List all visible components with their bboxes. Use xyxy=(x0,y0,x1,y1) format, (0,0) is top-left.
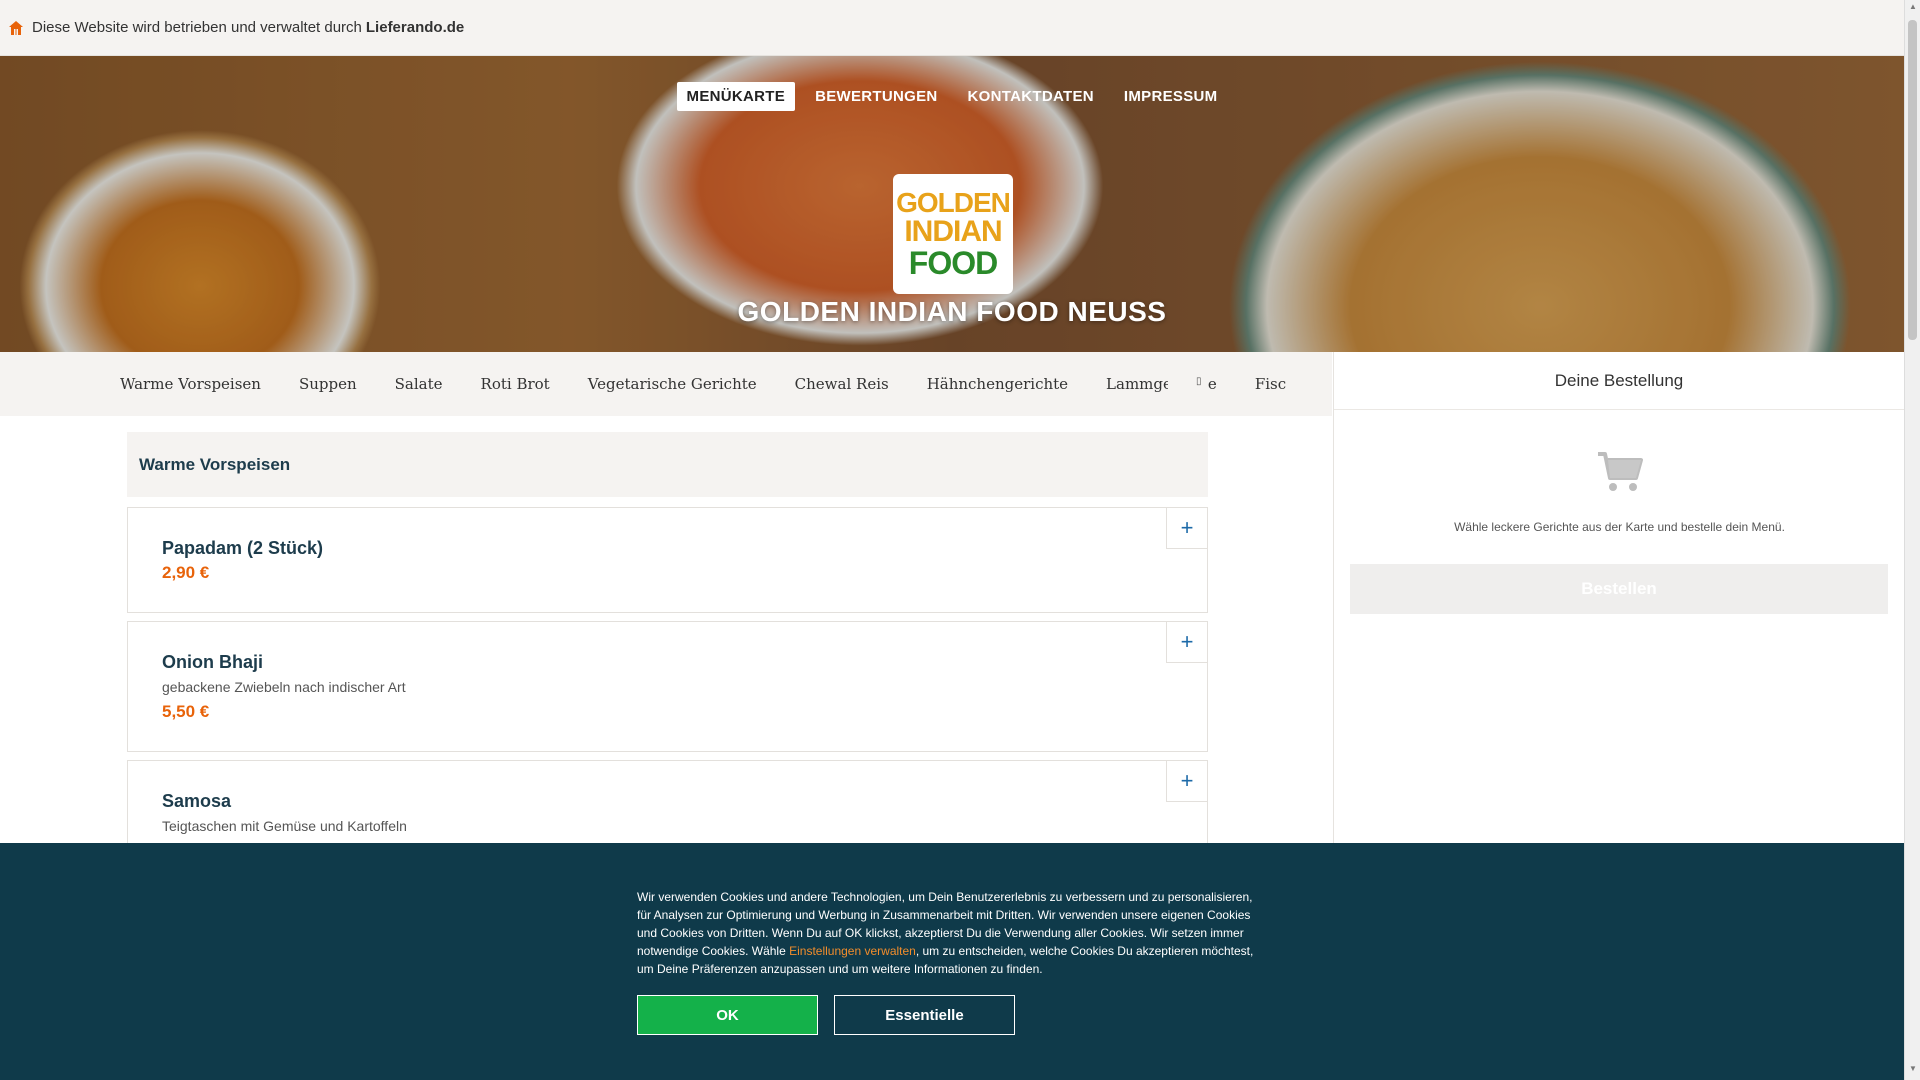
basket-title: Deine Bestellung xyxy=(1334,352,1904,410)
restaurant-logo: GOLDEN INDIAN FOOD xyxy=(893,174,1013,294)
add-to-cart-button[interactable]: + xyxy=(1166,508,1207,549)
cookie-settings-link[interactable]: Einstellungen verwalten xyxy=(789,944,916,958)
main-nav: MENÜKARTE BEWERTUNGEN KONTAKTDATEN IMPRE… xyxy=(0,82,1904,111)
logo-line-3: FOOD xyxy=(908,245,998,281)
operator-brand[interactable]: Lieferando.de xyxy=(366,19,464,36)
shopping-cart-icon xyxy=(1598,452,1643,491)
category-salate[interactable]: Salate xyxy=(395,375,443,393)
category-more-icon[interactable]: ▯ xyxy=(1196,376,1202,387)
hero-banner: MENÜKARTE BEWERTUNGEN KONTAKTDATEN IMPRE… xyxy=(0,56,1904,352)
add-to-cart-button[interactable]: + xyxy=(1166,622,1207,663)
dish-price: 2,90 € xyxy=(162,563,210,582)
basket-hint: Wähle leckere Gerichte aus der Karte und… xyxy=(1454,520,1785,534)
category-chewal-reis[interactable]: Chewal Reis xyxy=(795,375,889,393)
scroll-down-icon[interactable]: ▼ xyxy=(1905,1064,1920,1078)
category-haehnchengerichte[interactable]: Hähnchengerichte xyxy=(927,375,1068,393)
dish-name: Papadam (2 Stück) xyxy=(162,538,324,558)
cookie-ok-button[interactable]: OK xyxy=(637,995,818,1035)
dish-name: Samosa xyxy=(162,791,232,811)
order-button[interactable]: Bestellen xyxy=(1350,564,1888,614)
category-fade xyxy=(1168,352,1208,416)
cookie-essential-button[interactable]: Essentielle xyxy=(834,995,1015,1035)
scrollbar-thumb[interactable] xyxy=(1908,20,1917,340)
operator-notice-bar: Diese Website wird betrieben und verwalt… xyxy=(0,0,1904,56)
operator-notice-text: Diese Website wird betrieben und verwalt… xyxy=(32,19,362,36)
cookie-banner: Wir verwenden Cookies und andere Technol… xyxy=(0,843,1904,1080)
category-suppen[interactable]: Suppen xyxy=(299,375,357,393)
dish-name: Onion Bhaji xyxy=(162,652,263,672)
logo-line-2: INDIAN xyxy=(904,215,1002,248)
home-icon xyxy=(9,20,23,35)
page-scrollbar[interactable]: ▲ ▼ xyxy=(1904,0,1920,1080)
category-bar: Warme Vorspeisen Suppen Salate Roti Brot… xyxy=(0,352,1332,416)
category-warme-vorspeisen[interactable]: Warme Vorspeisen xyxy=(120,375,261,393)
category-vegetarische-gerichte[interactable]: Vegetarische Gerichte xyxy=(588,375,757,393)
section-title: Warme Vorspeisen xyxy=(127,432,1208,497)
nav-kontaktdaten[interactable]: KONTAKTDATEN xyxy=(958,82,1104,111)
logo-line-1: GOLDEN xyxy=(896,187,1011,218)
basket-panel: Deine Bestellung Wähle leckere Gerichte … xyxy=(1333,352,1904,852)
dish-price: 5,50 € xyxy=(162,702,210,721)
category-fisch[interactable]: Fisc xyxy=(1255,375,1286,393)
cookie-text: Wir verwenden Cookies und andere Technol… xyxy=(637,888,1265,978)
dish-card[interactable]: Onion Bhaji gebackene Zwiebeln nach indi… xyxy=(127,621,1208,752)
category-roti-brot[interactable]: Roti Brot xyxy=(481,375,550,393)
dish-description: Teigtaschen mit Gemüse und Kartoffeln xyxy=(162,818,407,834)
add-to-cart-button[interactable]: + xyxy=(1166,761,1207,802)
dish-card[interactable]: Papadam (2 Stück) 2,90 € + xyxy=(127,507,1208,613)
nav-bewertungen[interactable]: BEWERTUNGEN xyxy=(805,82,947,111)
nav-impressum[interactable]: IMPRESSUM xyxy=(1114,82,1228,111)
dish-description: gebackene Zwiebeln nach indischer Art xyxy=(162,679,406,695)
restaurant-name: GOLDEN INDIAN FOOD NEUSS xyxy=(737,296,1167,327)
nav-menukarte[interactable]: MENÜKARTE xyxy=(676,82,796,111)
scroll-up-icon[interactable]: ▲ xyxy=(1905,2,1920,16)
